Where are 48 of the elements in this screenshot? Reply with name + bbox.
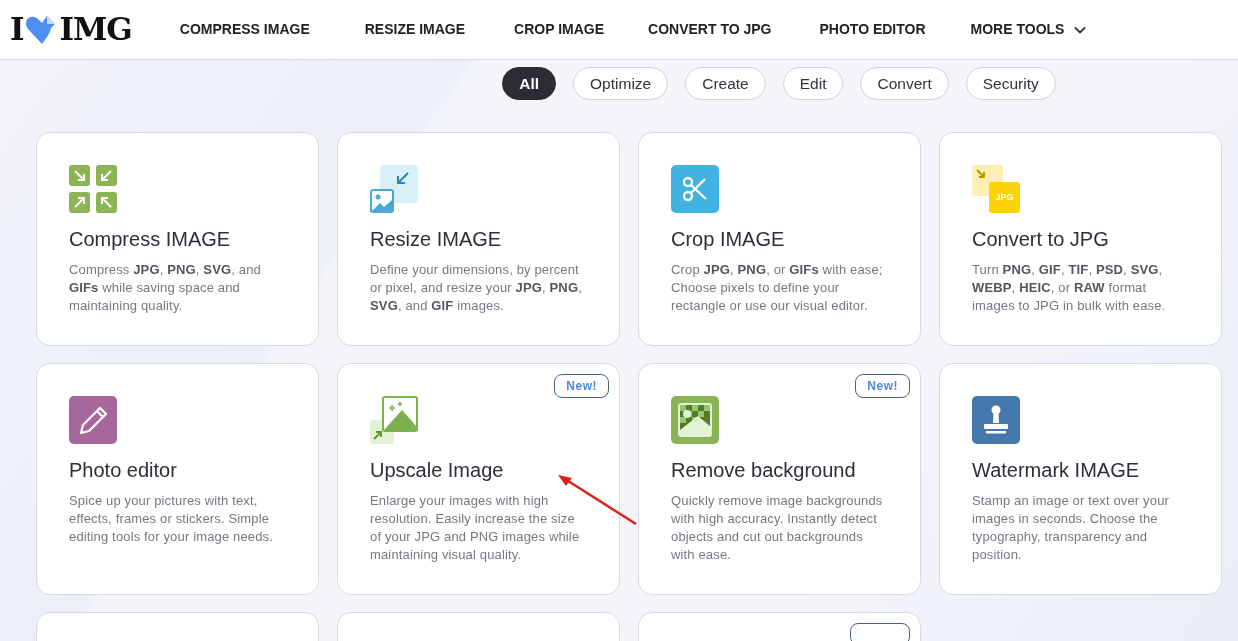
filter-pill[interactable]: All (502, 67, 557, 100)
scissors-icon (671, 165, 719, 213)
tool-card[interactable]: Compress IMAGE Compress JPG, PNG, SVG, and GIFs while saving space and maintaining quality. (36, 132, 319, 346)
tool-title: Upscale Image (370, 458, 505, 482)
tool-description: Compress JPG, PNG, SVG, and GIFs while saving space and maintaining quality. (69, 261, 262, 315)
tool-card[interactable]: New! Remove background Quickly remove image backgrounds with high accuracy. Instantly detect objects and cut out backgrounds with ease. (638, 363, 921, 595)
tool-card[interactable]: Photo editor Spice up your pictures with text, effects, frames or stickers. Simple editing tools for your image needs. (36, 363, 319, 595)
tool-title: Convert to JPG (972, 227, 1110, 251)
stamp-icon (972, 396, 1020, 444)
tool-title: Crop IMAGE (671, 227, 786, 251)
logo-text[interactable]: IMG (59, 14, 132, 45)
tool-description: Enlarge your images with high resolution. Easily increase the size of your JPG and PNG images while maintaining visual quality. (370, 492, 581, 564)
nav-link[interactable]: RESIZE IMAGE (364, 19, 466, 40)
nav-link[interactable]: CROP IMAGE (514, 19, 605, 40)
filter-pill[interactable]: Edit (782, 67, 844, 100)
more-tools-menu[interactable]: MORE TOOLS (970, 19, 1087, 40)
jpg-file-icon: JPG (989, 182, 1020, 213)
filter-pill[interactable]: Security (965, 67, 1056, 100)
upscale-icon (370, 396, 418, 444)
new-badge: New! (855, 374, 910, 398)
tool-title: Compress IMAGE (69, 227, 232, 251)
pencil-icon (69, 396, 117, 444)
remove-background-icon (671, 396, 719, 444)
resize-icon (370, 165, 418, 213)
tool-description: Quickly remove image backgrounds with high accuracy. Instantly detect objects and cut out backgrounds with ease. (671, 492, 884, 564)
filter-pill[interactable]: Convert (860, 67, 949, 100)
tool-title: Photo editor (69, 458, 178, 482)
tool-description: Define your dimensions, by percent or pixel, and resize your JPG, PNG, SVG, and GIF images. (370, 261, 583, 315)
tool-description: Turn PNG, GIF, TIF, PSD, SVG, WEBP, HEIC, or RAW format images to JPG in bulk with ease. (972, 261, 1167, 315)
nav-link[interactable]: COMPRESS IMAGE (179, 19, 310, 40)
tool-description: Crop JPG, PNG, or GIFs with ease; Choose pixels to define your rectangle or use our visual editor. (671, 261, 884, 315)
compress-icon (69, 165, 117, 213)
tool-description: Spice up your pictures with text, effects, frames or stickers. Simple editing tools for your image needs. (69, 492, 274, 546)
tool-card[interactable]: Watermark IMAGE Stamp an image or text over your images in seconds. Choose the typography, transparency and position. (939, 363, 1222, 595)
tool-title: Remove background (671, 458, 857, 482)
tool-title: Watermark IMAGE (972, 458, 1141, 482)
tool-description: Stamp an image or text over your images in seconds. Choose the typography, transparency and position. (972, 492, 1170, 564)
tool-title: Resize IMAGE (370, 227, 503, 251)
nav-link[interactable]: CONVERT TO JPG (648, 19, 772, 40)
new-badge: New! (554, 374, 609, 398)
tool-card[interactable]: New! Upscale Image Enlarge your images with high resolution. Easily increase the size of your JPG and PNG images while maintaining visual quality. (337, 363, 620, 595)
filter-pill[interactable]: Create (685, 67, 766, 100)
logo-text[interactable]: I (10, 14, 24, 45)
tool-card[interactable]: Resize IMAGE Define your dimensions, by percent or pixel, and resize your JPG, PNG, SVG, and GIF images. (337, 132, 620, 346)
nav-link[interactable]: PHOTO EDITOR (819, 19, 926, 40)
tool-card[interactable]: JPG Convert to JPG Turn PNG, GIF, TIF, PSD, SVG, WEBP, HEIC, or RAW format images to JPG in bulk with ease. (939, 132, 1222, 346)
filter-pill[interactable]: Optimize (573, 67, 669, 100)
tool-card[interactable]: Crop IMAGE Crop JPG, PNG, or GIFs with ease; Choose pixels to define your rectangle or use our visual editor. (638, 132, 921, 346)
